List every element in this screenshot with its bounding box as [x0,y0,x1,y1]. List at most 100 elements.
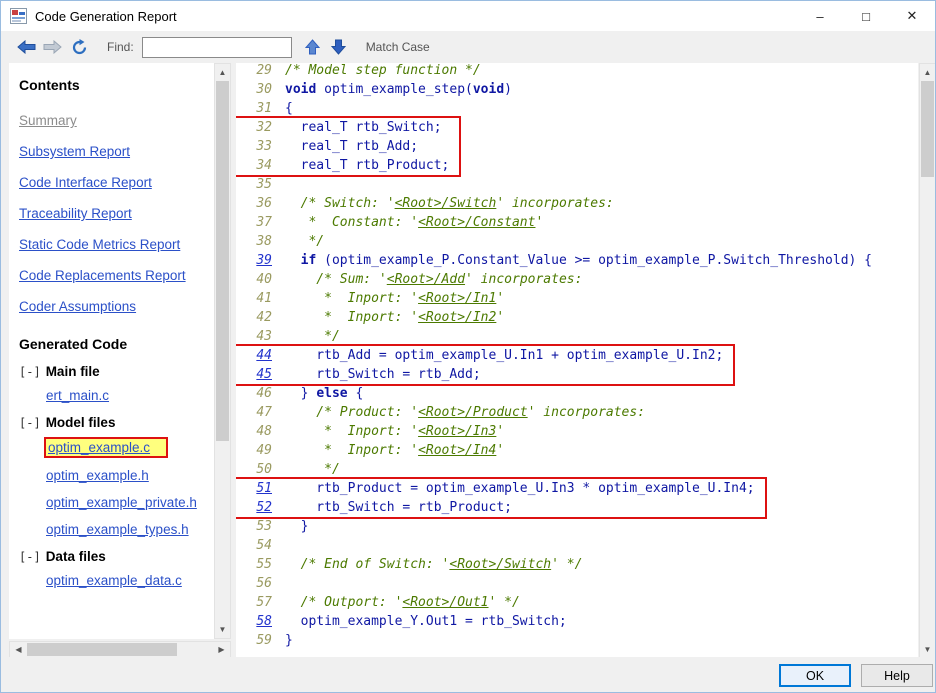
code-text: /* Switch: ' [285,196,395,211]
code-text: real_T rtb_Product; [285,158,450,173]
sidebar-link-subsystem-report[interactable]: Subsystem Report [19,144,130,159]
code-text: ' incorporates: [496,196,614,211]
highlight-box: 32 real_T rtb_Switch; 33 real_T rtb_Add; 3… [236,116,462,177]
code-line: 46 } else { [236,384,918,403]
scrollbar-thumb[interactable] [216,81,229,441]
scrollbar-track[interactable] [215,81,230,621]
code-text: ' incorporates: [527,405,646,420]
block-trace-link[interactable]: <Root>/Out1 [402,595,488,610]
code-line: 47 /* Product: '<Root>/Product' incorpor… [236,403,918,422]
code-text: else [316,386,348,401]
line-number: 41 [256,291,272,306]
code-text: /* Sum: ' [285,272,387,287]
code-text: ' [496,310,505,325]
maximize-icon[interactable]: □ [843,1,889,31]
sidebar-link-static-code-metrics-report[interactable]: Static Code Metrics Report [19,237,180,252]
code-text: * Inport: ' [285,291,419,306]
contents-sidebar: Contents Summary Subsystem Report Code Int… [9,63,214,639]
sidebar-scrollbar-vertical[interactable]: ▲ ▼ [214,63,231,639]
scrollbar-thumb[interactable] [27,643,177,656]
find-input[interactable] [141,36,292,58]
ok-button[interactable]: OK [779,664,851,687]
code-text: ) [504,82,512,97]
scroll-up-icon[interactable]: ▲ [920,64,935,81]
scroll-down-icon[interactable]: ▼ [920,641,935,658]
code-scrollbar-vertical[interactable]: ▲ ▼ [919,63,935,659]
footer: OK Help [1,657,935,692]
code-line: 53 } [236,517,918,536]
tree-group: [-] Data files [19,549,204,564]
code-text: } [285,633,293,648]
block-trace-link[interactable]: <Root>/Switch [449,557,551,572]
code-line: 43 */ [236,327,918,346]
back-arrow-icon[interactable] [13,35,39,59]
sidebar-link-summary[interactable]: Summary [19,113,77,128]
file-link-optim_example_data.c[interactable]: optim_example_data.c [46,573,182,588]
tree-collapse-icon[interactable]: [-] [19,550,41,564]
scrollbar-track[interactable] [27,642,213,657]
scrollbar-track[interactable] [920,81,935,641]
file-link-ert_main.c[interactable]: ert_main.c [46,388,109,403]
close-icon[interactable]: ✕ [889,1,935,31]
line-number-link[interactable]: 52 [246,498,272,517]
code-line: 35 [236,175,918,194]
line-number-link[interactable]: 39 [246,251,272,270]
tree-collapse-icon[interactable]: [-] [19,416,41,430]
file-link-optim_example_types.h[interactable]: optim_example_types.h [46,522,189,537]
code-text: rtb_Switch = rtb_Add; [285,367,481,382]
refresh-icon[interactable] [65,35,93,59]
block-trace-link[interactable]: <Root>/Product [418,405,528,420]
sidebar-link-coder-assumptions[interactable]: Coder Assumptions [19,299,136,314]
sidebar-link-traceability-report[interactable]: Traceability Report [19,206,132,221]
find-previous-icon[interactable] [300,35,326,59]
code-text: * Constant: ' [285,215,419,230]
line-number: 55 [256,557,272,572]
sidebar-link-code-replacements-report[interactable]: Code Replacements Report [19,268,186,283]
line-number-link[interactable]: 58 [246,612,272,631]
line-number-link[interactable]: 45 [246,365,272,384]
code-line: 32 real_T rtb_Switch; [236,118,449,137]
scroll-left-icon[interactable]: ◀ [10,642,27,657]
find-next-icon[interactable] [326,35,352,59]
window-title: Code Generation Report [35,8,177,24]
forward-arrow-icon[interactable] [39,35,65,59]
minimize-icon[interactable]: – [797,1,843,31]
sidebar-link-code-interface-report[interactable]: Code Interface Report [19,175,152,190]
block-trace-link[interactable]: <Root>/Constant [418,215,535,230]
match-case-option[interactable]: Match Case [366,40,430,54]
line-number-link[interactable]: 44 [246,346,272,365]
code-generation-report-window: Code Generation Report – □ ✕ Find: Match… [0,0,936,693]
code-view: 29 /* Model step function */ 30 void optim_… [236,63,918,659]
code-line: 40 /* Sum: '<Root>/Add' incorporates: [236,270,918,289]
help-button[interactable]: Help [861,664,933,687]
sidebar-scrollbar-horizontal[interactable]: ◀ ▶ [9,641,231,658]
block-trace-link[interactable]: <Root>/In1 [418,291,496,306]
scrollbar-thumb[interactable] [921,81,934,177]
block-trace-link[interactable]: <Root>/In3 [418,424,496,439]
line-number: 54 [256,538,272,553]
code-line: 54 [236,536,918,555]
block-trace-link[interactable]: <Root>/Add [387,272,465,287]
code-line: 55 /* End of Switch: '<Root>/Switch' */ [236,555,918,574]
file-link-optim_example.h[interactable]: optim_example.h [46,468,149,483]
file-link-optim_example_private.h[interactable]: optim_example_private.h [46,495,197,510]
code-line: 39 if (optim_example_P.Constant_Value >=… [236,251,918,270]
code-text: /* Product: ' [285,405,419,420]
code-text: * Inport: ' [285,310,419,325]
code-line: 37 * Constant: '<Root>/Constant' [236,213,918,232]
scroll-up-icon[interactable]: ▲ [215,64,230,81]
line-number-link[interactable]: 51 [246,479,272,498]
block-trace-link[interactable]: <Root>/Switch [395,196,497,211]
tree-group-label: Model files [45,415,116,430]
line-number: 35 [256,177,272,192]
line-number: 38 [256,234,272,249]
tree-collapse-icon[interactable]: [-] [19,365,41,379]
code-text: */ [285,234,325,249]
scroll-right-icon[interactable]: ▶ [213,642,230,657]
generated-code-heading: Generated Code [19,336,128,352]
block-trace-link[interactable]: <Root>/In2 [418,310,496,325]
block-trace-link[interactable]: <Root>/In4 [418,443,496,458]
code-text: */ [285,329,340,344]
file-link-optim_example.c[interactable]: optim_example.c [43,437,169,458]
scroll-down-icon[interactable]: ▼ [215,621,230,638]
